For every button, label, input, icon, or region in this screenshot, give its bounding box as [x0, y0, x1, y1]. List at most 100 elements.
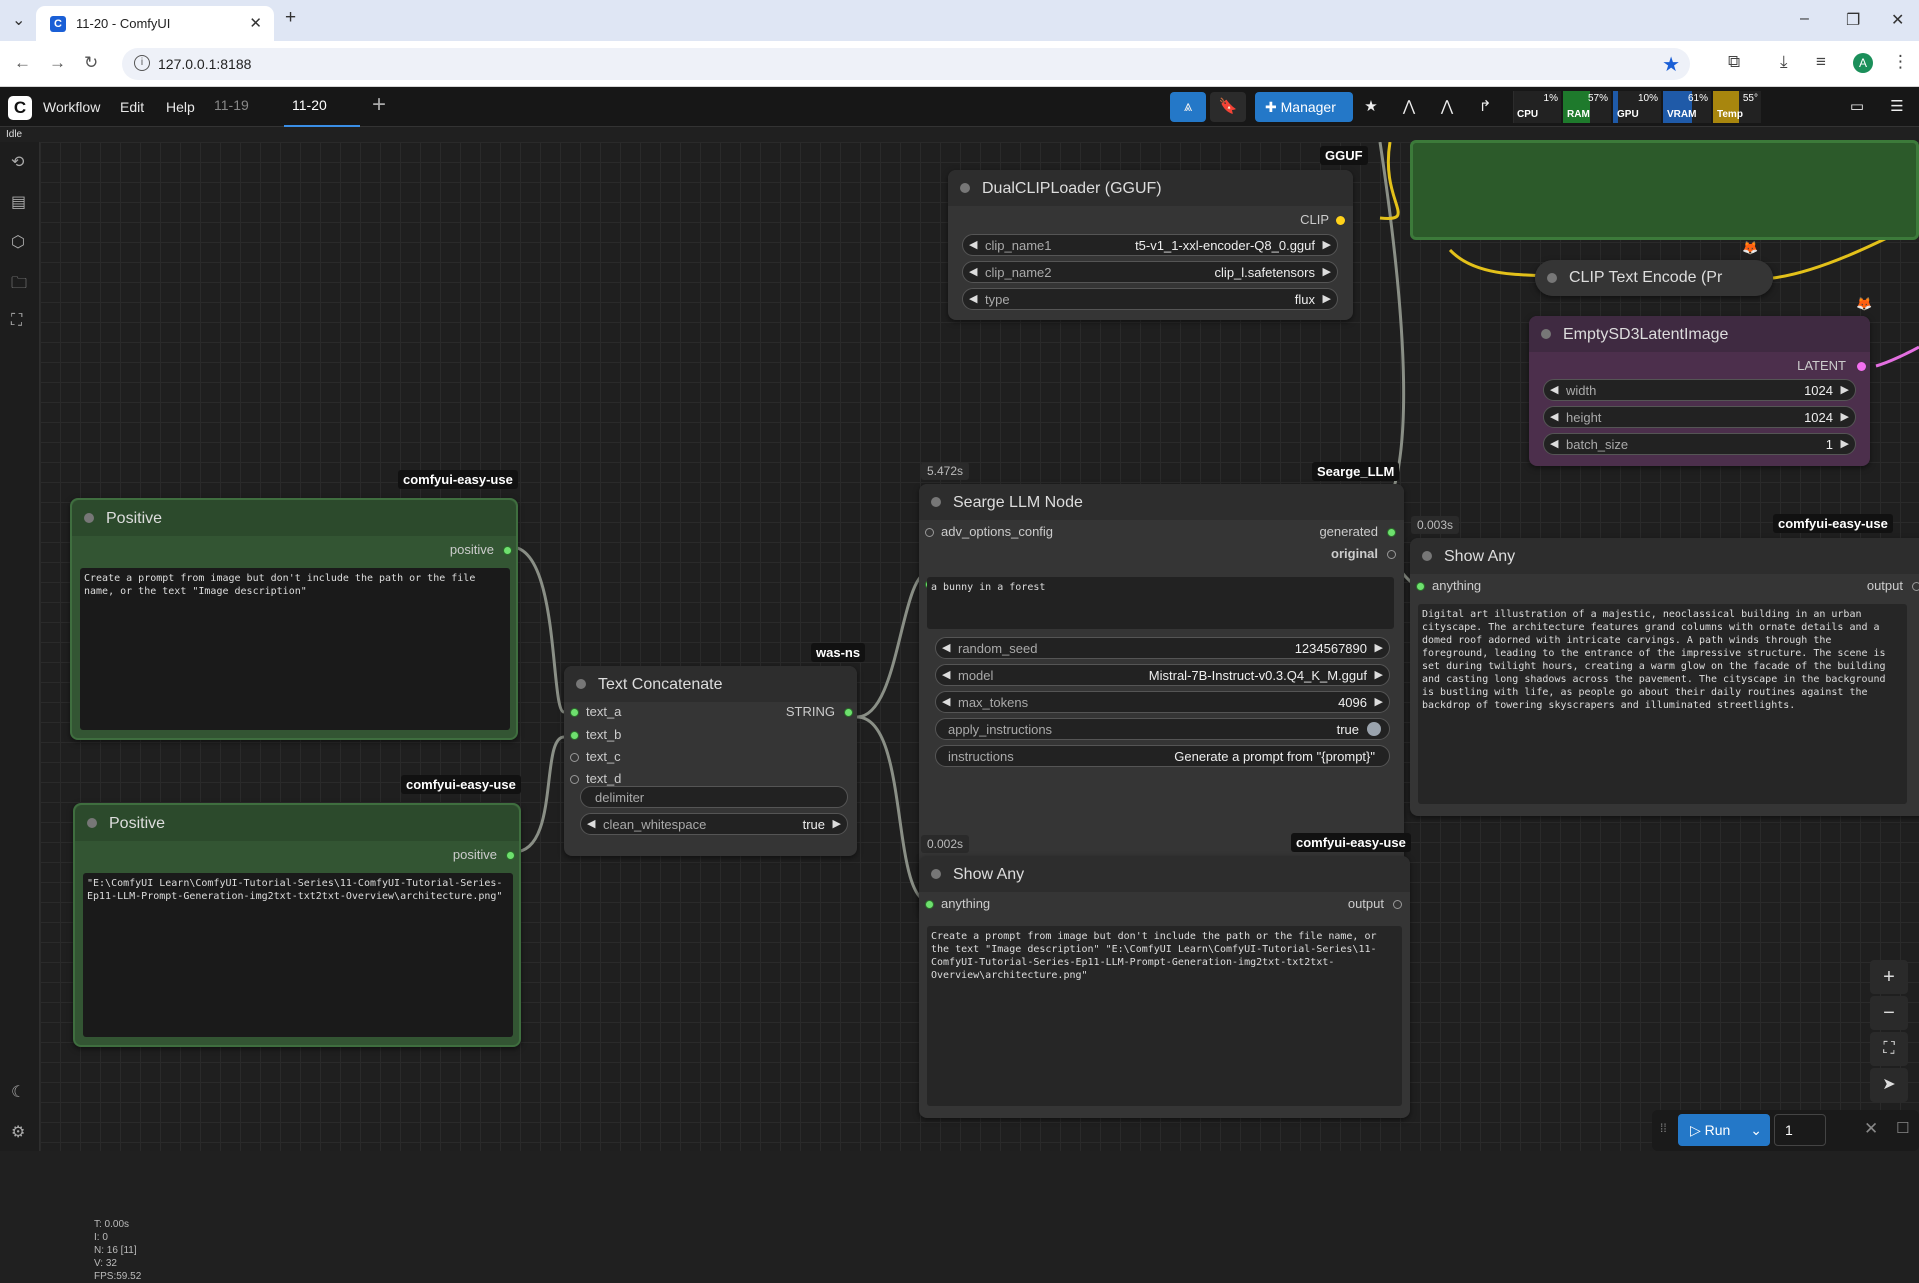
- collapse-dot[interactable]: [931, 869, 941, 879]
- browser-menu-icon[interactable]: ⋮: [1892, 52, 1909, 72]
- input-socket-text-a[interactable]: [570, 708, 579, 717]
- node-header[interactable]: Show Any: [1410, 538, 1919, 574]
- node-header[interactable]: Positive: [72, 500, 516, 536]
- history-icon[interactable]: ⟲: [11, 152, 24, 172]
- forward-icon[interactable]: →: [49, 53, 66, 73]
- decrement-arrow[interactable]: ◀: [969, 238, 977, 251]
- comfyui-logo[interactable]: C: [8, 96, 32, 120]
- input-socket-text-b[interactable]: [570, 731, 579, 740]
- collapse-dot[interactable]: [84, 513, 94, 523]
- widget-clean-whitespace[interactable]: ◀ clean_whitespace true ▶: [580, 813, 848, 835]
- reload-icon[interactable]: ↻: [84, 53, 98, 73]
- increment-arrow[interactable]: ▶: [1841, 383, 1849, 396]
- increment-arrow[interactable]: ▶: [833, 817, 841, 830]
- output-socket-output[interactable]: [1393, 900, 1402, 909]
- prompt-textarea[interactable]: "E:\ComfyUI Learn\ComfyUI-Tutorial-Serie…: [83, 873, 513, 1037]
- theme-toggle-icon[interactable]: ☾: [11, 1082, 25, 1102]
- decrement-arrow[interactable]: ◀: [587, 817, 595, 830]
- queue-icon[interactable]: ⩓: [1170, 92, 1206, 122]
- output-socket-latent[interactable]: [1857, 362, 1866, 371]
- widget-clip-name1[interactable]: ◀ clip_name1 t5-v1_1-xxl-encoder-Q8_0.gg…: [962, 234, 1338, 256]
- node-positive-1[interactable]: Positive positive Create a prompt from i…: [70, 498, 518, 740]
- collapse-dot[interactable]: [960, 183, 970, 193]
- increment-arrow[interactable]: ▶: [1323, 238, 1331, 251]
- decrement-arrow[interactable]: ◀: [969, 292, 977, 305]
- widget-delimiter[interactable]: delimiter: [580, 786, 848, 808]
- decrement-arrow[interactable]: ◀: [942, 695, 950, 708]
- node-empty-sd3-latent[interactable]: EmptySD3LatentImage LATENT ◀ width 1024 …: [1529, 316, 1870, 466]
- batch-count-input[interactable]: 1: [1774, 1114, 1826, 1146]
- model-library-icon[interactable]: 🗀: [11, 272, 27, 299]
- queue-list-icon[interactable]: ▤: [11, 192, 26, 212]
- zoom-out-icon[interactable]: −: [1870, 996, 1908, 1030]
- profile-avatar[interactable]: A: [1853, 53, 1873, 73]
- prompt-textarea[interactable]: Create a prompt from image but don't inc…: [80, 568, 510, 730]
- widget-type[interactable]: ◀ type flux ▶: [962, 288, 1338, 310]
- model-icon-b[interactable]: ⋀: [1432, 92, 1462, 122]
- decrement-arrow[interactable]: ◀: [942, 668, 950, 681]
- output-socket-string[interactable]: [844, 708, 853, 717]
- url-field[interactable]: i 127.0.0.1:8188 ★: [122, 48, 1690, 80]
- output-socket-output[interactable]: [1912, 582, 1919, 591]
- decrement-arrow[interactable]: ◀: [1550, 437, 1558, 450]
- widget-width[interactable]: ◀ width 1024 ▶: [1543, 379, 1856, 401]
- back-icon[interactable]: ←: [14, 53, 31, 73]
- widget-apply-instructions[interactable]: apply_instructions true: [935, 718, 1390, 740]
- share-icon[interactable]: ↱: [1470, 92, 1500, 122]
- increment-arrow[interactable]: ▶: [1375, 668, 1383, 681]
- decrement-arrow[interactable]: ◀: [1550, 410, 1558, 423]
- workflow-tab-11-19[interactable]: 11-19: [206, 87, 257, 127]
- window-close-icon[interactable]: ✕: [1891, 10, 1904, 30]
- queue-panel-icon[interactable]: ☐: [1896, 1119, 1909, 1137]
- site-info-icon[interactable]: i: [134, 55, 150, 71]
- input-socket-anything[interactable]: [925, 900, 934, 909]
- searge-text-input[interactable]: a bunny in a forest: [927, 577, 1394, 629]
- node-header[interactable]: CLIP Text Encode (Pr: [1535, 260, 1773, 296]
- input-socket-text-c[interactable]: [570, 753, 579, 762]
- run-options-chevron-icon[interactable]: ⌄: [1750, 1114, 1762, 1146]
- settings-gear-icon[interactable]: ⚙: [11, 1122, 25, 1142]
- cancel-icon[interactable]: ✕: [1864, 1119, 1878, 1139]
- graph-canvas[interactable]: GGUF DualCLIPLoader (GGUF) CLIP ◀ clip_n…: [40, 142, 1919, 1151]
- collapse-dot[interactable]: [576, 679, 586, 689]
- input-socket-adv-options[interactable]: [925, 528, 934, 537]
- extensions-icon[interactable]: ⧉: [1728, 52, 1740, 72]
- node-show-any-2[interactable]: Show Any anything output Create a prompt…: [919, 856, 1410, 1118]
- output-socket-original[interactable]: [1387, 550, 1396, 559]
- decrement-arrow[interactable]: ◀: [969, 265, 977, 278]
- increment-arrow[interactable]: ▶: [1323, 265, 1331, 278]
- node-show-any-1[interactable]: Show Any anything output Digital art ill…: [1410, 538, 1919, 816]
- increment-arrow[interactable]: ▶: [1323, 292, 1331, 305]
- node-dualcliploader[interactable]: DualCLIPLoader (GGUF) CLIP ◀ clip_name1 …: [948, 170, 1353, 320]
- fit-view-icon[interactable]: ⛶: [1870, 1032, 1908, 1066]
- collapse-dot[interactable]: [1541, 329, 1551, 339]
- increment-arrow[interactable]: ▶: [1841, 437, 1849, 450]
- widget-height[interactable]: ◀ height 1024 ▶: [1543, 406, 1856, 428]
- menu-workflow[interactable]: Workflow: [43, 99, 100, 115]
- menu-edit[interactable]: Edit: [120, 99, 144, 115]
- panel-toggle-icon[interactable]: ▭: [1842, 92, 1872, 122]
- drag-handle-icon[interactable]: ⁞⁞: [1660, 1121, 1667, 1135]
- increment-arrow[interactable]: ▶: [1841, 410, 1849, 423]
- toggle-knob[interactable]: [1367, 722, 1381, 736]
- output-socket-clip[interactable]: [1336, 216, 1345, 225]
- tab-search-icon[interactable]: ⌄: [12, 10, 25, 30]
- model-icon-a[interactable]: ⋀: [1394, 92, 1424, 122]
- decrement-arrow[interactable]: ◀: [942, 641, 950, 654]
- widget-batch-size[interactable]: ◀ batch_size 1 ▶: [1543, 433, 1856, 455]
- increment-arrow[interactable]: ▶: [1375, 695, 1383, 708]
- decrement-arrow[interactable]: ◀: [1550, 383, 1558, 396]
- input-socket-anything[interactable]: [1416, 582, 1425, 591]
- workflows-icon[interactable]: ⛶: [11, 312, 22, 330]
- input-socket-text-d[interactable]: [570, 775, 579, 784]
- manager-button[interactable]: ✚ Manager: [1255, 92, 1353, 122]
- node-header[interactable]: EmptySD3LatentImage: [1529, 316, 1870, 352]
- node-header[interactable]: Show Any: [919, 856, 1410, 892]
- pointer-mode-icon[interactable]: ➤: [1870, 1068, 1908, 1102]
- output-socket-positive[interactable]: [506, 851, 515, 860]
- widget-model[interactable]: ◀ model Mistral-7B-Instruct-v0.3.Q4_K_M.…: [935, 664, 1390, 686]
- output-socket-positive[interactable]: [503, 546, 512, 555]
- node-header[interactable]: Positive: [75, 805, 519, 841]
- node-positive-2[interactable]: Positive positive "E:\ComfyUI Learn\Comf…: [73, 803, 521, 1047]
- node-header[interactable]: Text Concatenate: [564, 666, 857, 702]
